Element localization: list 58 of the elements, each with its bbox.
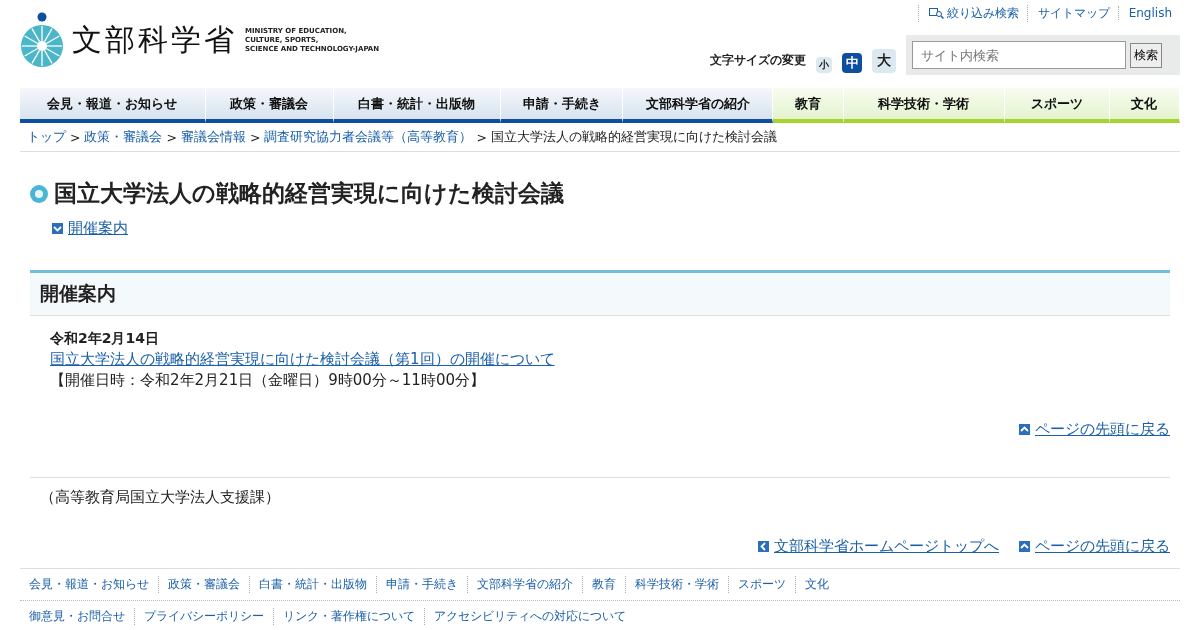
search-field[interactable]: サイト内検索 [912, 41, 1126, 69]
footer-link[interactable]: プライバシーポリシー [134, 608, 273, 625]
footer-link[interactable]: リンク・著作権について [273, 608, 424, 625]
page-title: 国立大学法人の戦略的経営実現に向けた検討会議 [54, 179, 564, 208]
utility-link[interactable]: サイトマップ [1026, 4, 1118, 22]
nav-tab[interactable]: 白書・統計・出版物 [333, 88, 502, 123]
breadcrumb-link[interactable]: 政策・審議会 [84, 128, 163, 146]
nav-tab[interactable]: 教育 [773, 88, 844, 123]
footer-link[interactable]: アクセシビリティへの対応について [424, 608, 635, 625]
logo-name: 文部科学省 [72, 20, 237, 59]
search-icon [928, 7, 944, 19]
up-arrow-icon [1019, 424, 1030, 435]
entry-date: 令和2年2月14日 [50, 330, 160, 348]
breadcrumb-separator: > [70, 129, 81, 145]
section-heading: 開催案内 [30, 270, 1170, 316]
font-size-button[interactable]: 小 [816, 57, 832, 73]
footer-nav-link[interactable]: 教育 [582, 576, 625, 593]
nav-tab[interactable]: 会見・報道・お知らせ [20, 88, 206, 123]
breadcrumb-link[interactable]: 審議会情報 [180, 128, 246, 146]
breadcrumb-separator: > [249, 129, 261, 145]
footer-nav-link[interactable]: 文部科学省の紹介 [467, 576, 582, 593]
utility-link[interactable]: 絞り込み検索 [917, 4, 1027, 22]
footer-nav-link[interactable]: スポーツ [728, 576, 795, 593]
entry-link[interactable]: 国立大学法人の戦略的経営実現に向けた検討会議（第1回）の開催について [50, 350, 555, 369]
breadcrumb-link[interactable]: 調査研究協力者会議等（高等教育） [264, 128, 473, 146]
footer-nav-link[interactable]: 政策・審議会 [158, 576, 249, 593]
entry-detail: 【開催日時：令和2年2月21日（金曜日）9時00分～11時00分】 [50, 371, 486, 390]
nav-tab[interactable]: 文化 [1109, 88, 1180, 123]
home-link[interactable]: 文部科学省ホームページトップへ [774, 537, 999, 556]
font-size-label: 文字サイズの変更 [710, 52, 806, 69]
back-to-top-link[interactable]: ページの先頭に戻る [1035, 537, 1170, 556]
footer-nav-link[interactable]: 科学技術・学術 [625, 576, 728, 593]
footer-nav-link[interactable]: 文化 [795, 576, 838, 593]
nav-tab[interactable]: 申請・手続き [501, 88, 624, 123]
font-size-button[interactable]: 大 [872, 49, 896, 73]
department-text: （高等教育局国立大学法人支援課） [30, 477, 1170, 507]
logo-emblem-icon [20, 12, 64, 68]
nav-tab[interactable]: スポーツ [1005, 88, 1110, 123]
nav-tab[interactable]: 文部科学省の紹介 [623, 88, 774, 123]
breadcrumb-current: 国立大学法人の戦略的経営実現に向けた検討会議 [490, 128, 777, 146]
nav-tab[interactable]: 科学技術・学術 [843, 88, 1006, 123]
search-button[interactable]: 検索 [1130, 42, 1162, 68]
breadcrumb-separator: > [166, 129, 177, 145]
footer-nav-link[interactable]: 申請・手続き [376, 576, 467, 593]
down-arrow-icon [52, 223, 63, 234]
breadcrumb-link[interactable]: トップ [27, 128, 66, 146]
left-arrow-icon [758, 541, 769, 552]
nav-tab[interactable]: 政策・審議会 [205, 88, 334, 123]
font-size-button[interactable]: 中 [842, 53, 862, 73]
footer-nav-link[interactable]: 白書・統計・出版物 [249, 576, 376, 593]
anchor-link[interactable]: 開催案内 [68, 219, 128, 238]
title-bullet-icon [30, 184, 48, 203]
up-arrow-icon [1019, 541, 1030, 552]
breadcrumb-separator: > [476, 129, 487, 145]
footer-link[interactable]: 御意見・お問合せ [20, 608, 134, 625]
back-to-top-link[interactable]: ページの先頭に戻る [1035, 420, 1170, 439]
utility-link[interactable]: English [1117, 6, 1180, 20]
footer-nav-link[interactable]: 会見・報道・お知らせ [20, 576, 158, 593]
